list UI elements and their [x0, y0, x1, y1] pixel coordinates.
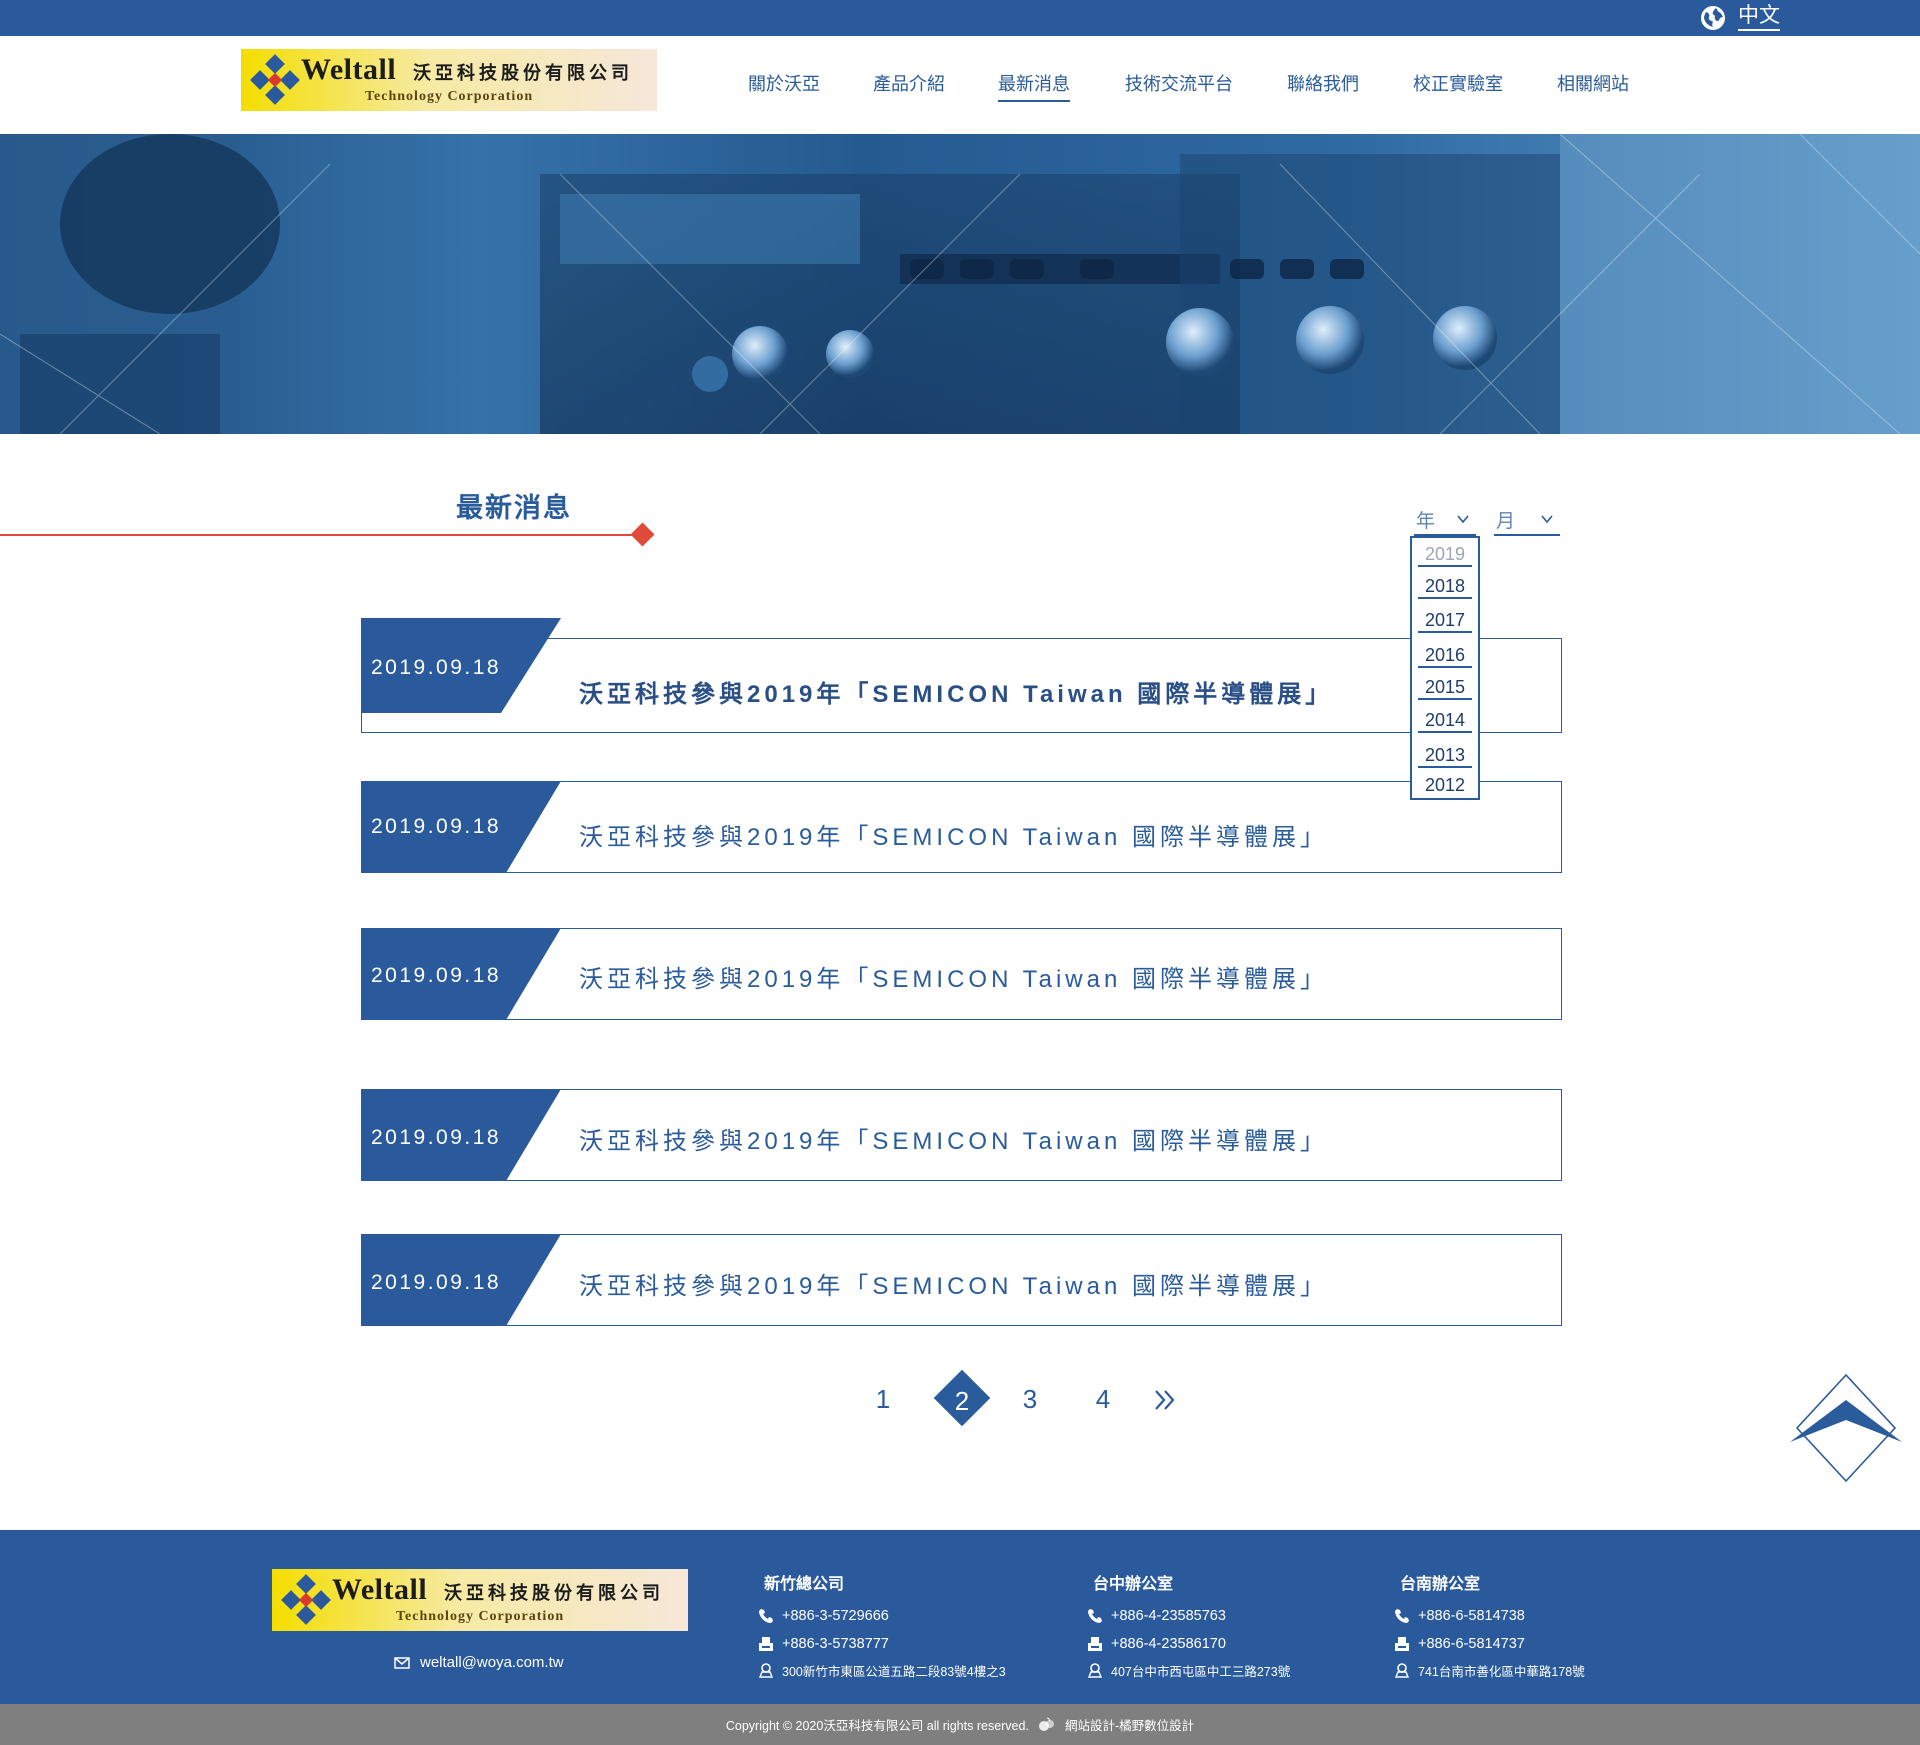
double-chevron-right-icon[interactable] [1152, 1386, 1180, 1414]
chevron-down-icon [1541, 515, 1553, 524]
title-divider [0, 534, 636, 536]
footer-logo[interactable]: Weltall 沃亞科技股份有限公司 Technology Corporatio… [272, 1569, 688, 1631]
logo-tagline: Technology Corporation [396, 1609, 565, 1624]
top-bar: 中文 [0, 0, 1920, 36]
logo-name: Weltall [301, 53, 397, 86]
news-date: 2019.09.18 [371, 1126, 502, 1149]
nav-products[interactable]: 產品介紹 [873, 70, 945, 102]
office-phone: +886-3-5729666 [758, 1602, 1006, 1630]
news-date: 2019.09.18 [371, 964, 502, 987]
site-footer: Weltall 沃亞科技股份有限公司 Technology Corporatio… [0, 1530, 1920, 1704]
nav-contact[interactable]: 聯絡我們 [1287, 70, 1359, 102]
news-date: 2019.09.18 [371, 656, 502, 679]
pagination: 1 2 3 4 [0, 1369, 1920, 1434]
logo-company-name: 沃亞科技股份有限公司 [444, 1583, 664, 1604]
office-address: 300新竹市東區公道五路二段83號4樓之3 [758, 1658, 1006, 1682]
news-date: 2019.09.18 [371, 1271, 502, 1294]
office-name: 台南辦公室 [1400, 1576, 1481, 1593]
site-header: Weltall 沃亞科技股份有限公司 Technology Corporatio… [0, 36, 1920, 134]
news-item[interactable]: 2019.09.18 沃亞科技參與2019年「SEMICON Taiwan 國際… [361, 928, 1562, 1020]
year-option[interactable]: 2012 [1418, 773, 1472, 798]
nav-related-sites[interactable]: 相關網站 [1557, 70, 1629, 102]
mail-icon [394, 1656, 410, 1669]
page-title: 最新消息 [456, 493, 572, 523]
office-fax: +886-4-23586170 [1087, 1630, 1290, 1658]
page-link-3[interactable]: 3 [1010, 1384, 1050, 1415]
news-title[interactable]: 沃亞科技參與2019年「SEMICON Taiwan 國際半導體展」 [579, 1266, 1328, 1301]
copyright-text: Copyright © 2020沃亞科技有限公司 all rights rese… [725, 1719, 1029, 1733]
year-option[interactable]: 2019 [1418, 542, 1472, 567]
news-title[interactable]: 沃亞科技參與2019年「SEMICON Taiwan 國際半導體展」 [579, 959, 1328, 994]
location-icon [1087, 1663, 1103, 1678]
year-dropdown-list: 2019 2018 2017 2016 2015 2014 2013 2012 [1410, 536, 1480, 800]
news-title[interactable]: 沃亞科技參與2019年「SEMICON Taiwan 國際半導體展」 [579, 674, 1333, 709]
logo-company-name: 沃亞科技股份有限公司 [413, 63, 633, 84]
fax-icon [1395, 1637, 1409, 1651]
designer-logo-icon [1038, 1717, 1054, 1731]
main-nav: 關於沃亞 產品介紹 最新消息 技術交流平台 聯絡我們 校正實驗室 相關網站 [748, 70, 1629, 102]
page-link-4[interactable]: 4 [1083, 1384, 1123, 1415]
office-address: 741台南市善化區中華路178號 [1394, 1658, 1585, 1682]
news-item[interactable]: 2019.09.18 沃亞科技參與2019年「SEMICON Taiwan 國際… [361, 1234, 1562, 1326]
logo-diamond-icon [250, 54, 300, 105]
chevron-down-icon [1457, 515, 1469, 524]
office-name: 新竹總公司 [764, 1576, 845, 1593]
nav-about[interactable]: 關於沃亞 [748, 70, 820, 102]
nav-news[interactable]: 最新消息 [998, 70, 1070, 102]
office-address: 407台中市西屯區中工三路273號 [1087, 1658, 1290, 1682]
hero-banner [0, 134, 1920, 434]
language-switcher[interactable]: 中文 [1700, 4, 1780, 31]
office-name: 台中辦公室 [1093, 1576, 1174, 1593]
phone-icon [1088, 1609, 1102, 1623]
copyright-bar: Copyright © 2020沃亞科技有限公司 all rights rese… [0, 1704, 1920, 1745]
page-link-1[interactable]: 1 [863, 1384, 903, 1415]
location-icon [1394, 1663, 1410, 1678]
news-title[interactable]: 沃亞科技參與2019年「SEMICON Taiwan 國際半導體展」 [579, 817, 1328, 852]
fax-icon [1088, 1637, 1102, 1651]
language-label[interactable]: 中文 [1738, 4, 1780, 31]
year-option[interactable]: 2016 [1418, 643, 1472, 668]
news-item[interactable]: 2019.09.18 沃亞科技參與2019年「SEMICON Taiwan 國際… [361, 618, 1562, 733]
year-option[interactable]: 2014 [1418, 708, 1472, 733]
fax-icon [759, 1637, 773, 1651]
designer-credit[interactable]: 網站設計-橘野數位設計 [1065, 1715, 1194, 1734]
page-link-2[interactable]: 2 [942, 1386, 982, 1417]
month-filter-label: 月 [1496, 511, 1516, 532]
nav-calibration-lab[interactable]: 校正實驗室 [1413, 70, 1503, 102]
office-tainan: 台南辦公室 +886-6-5814738 +886-6-5814737 741台… [1394, 1570, 1585, 1682]
office-taichung: 台中辦公室 +886-4-23585763 +886-4-23586170 40… [1087, 1570, 1290, 1682]
year-option[interactable]: 2013 [1418, 743, 1472, 768]
title-diamond [630, 522, 655, 547]
news-date: 2019.09.18 [371, 815, 502, 838]
email-text[interactable]: weltall@woya.com.tw [420, 1654, 564, 1671]
logo-tagline: Technology Corporation [365, 89, 534, 104]
logo-name: Weltall [332, 1573, 428, 1606]
office-fax: +886-3-5738777 [758, 1630, 1006, 1658]
phone-icon [759, 1609, 773, 1623]
back-to-top-icon[interactable] [1786, 1372, 1906, 1484]
office-phone: +886-6-5814738 [1394, 1602, 1585, 1630]
year-option[interactable]: 2015 [1418, 675, 1472, 700]
location-icon [758, 1663, 774, 1678]
nav-tech-platform[interactable]: 技術交流平台 [1125, 70, 1233, 102]
news-item[interactable]: 2019.09.18 沃亞科技參與2019年「SEMICON Taiwan 國際… [361, 1089, 1562, 1181]
year-filter-label: 年 [1416, 511, 1436, 532]
year-filter[interactable]: 年 [1414, 508, 1476, 536]
footer-email[interactable]: weltall@woya.com.tw [394, 1654, 564, 1671]
phone-icon [1395, 1609, 1409, 1623]
news-title[interactable]: 沃亞科技參與2019年「SEMICON Taiwan 國際半導體展」 [579, 1121, 1328, 1156]
banner-image [0, 134, 1920, 434]
logo-diamond-icon [281, 1574, 331, 1625]
office-fax: +886-6-5814737 [1394, 1630, 1585, 1658]
year-option[interactable]: 2017 [1418, 608, 1472, 633]
office-phone: +886-4-23585763 [1087, 1602, 1290, 1630]
globe-icon [1701, 5, 1725, 30]
office-hsinchu: 新竹總公司 +886-3-5729666 +886-3-5738777 300新… [758, 1570, 1006, 1682]
logo[interactable]: Weltall 沃亞科技股份有限公司 Technology Corporatio… [241, 49, 657, 111]
month-filter[interactable]: 月 [1494, 508, 1560, 536]
year-option[interactable]: 2018 [1418, 574, 1472, 599]
news-item[interactable]: 2019.09.18 沃亞科技參與2019年「SEMICON Taiwan 國際… [361, 781, 1562, 873]
